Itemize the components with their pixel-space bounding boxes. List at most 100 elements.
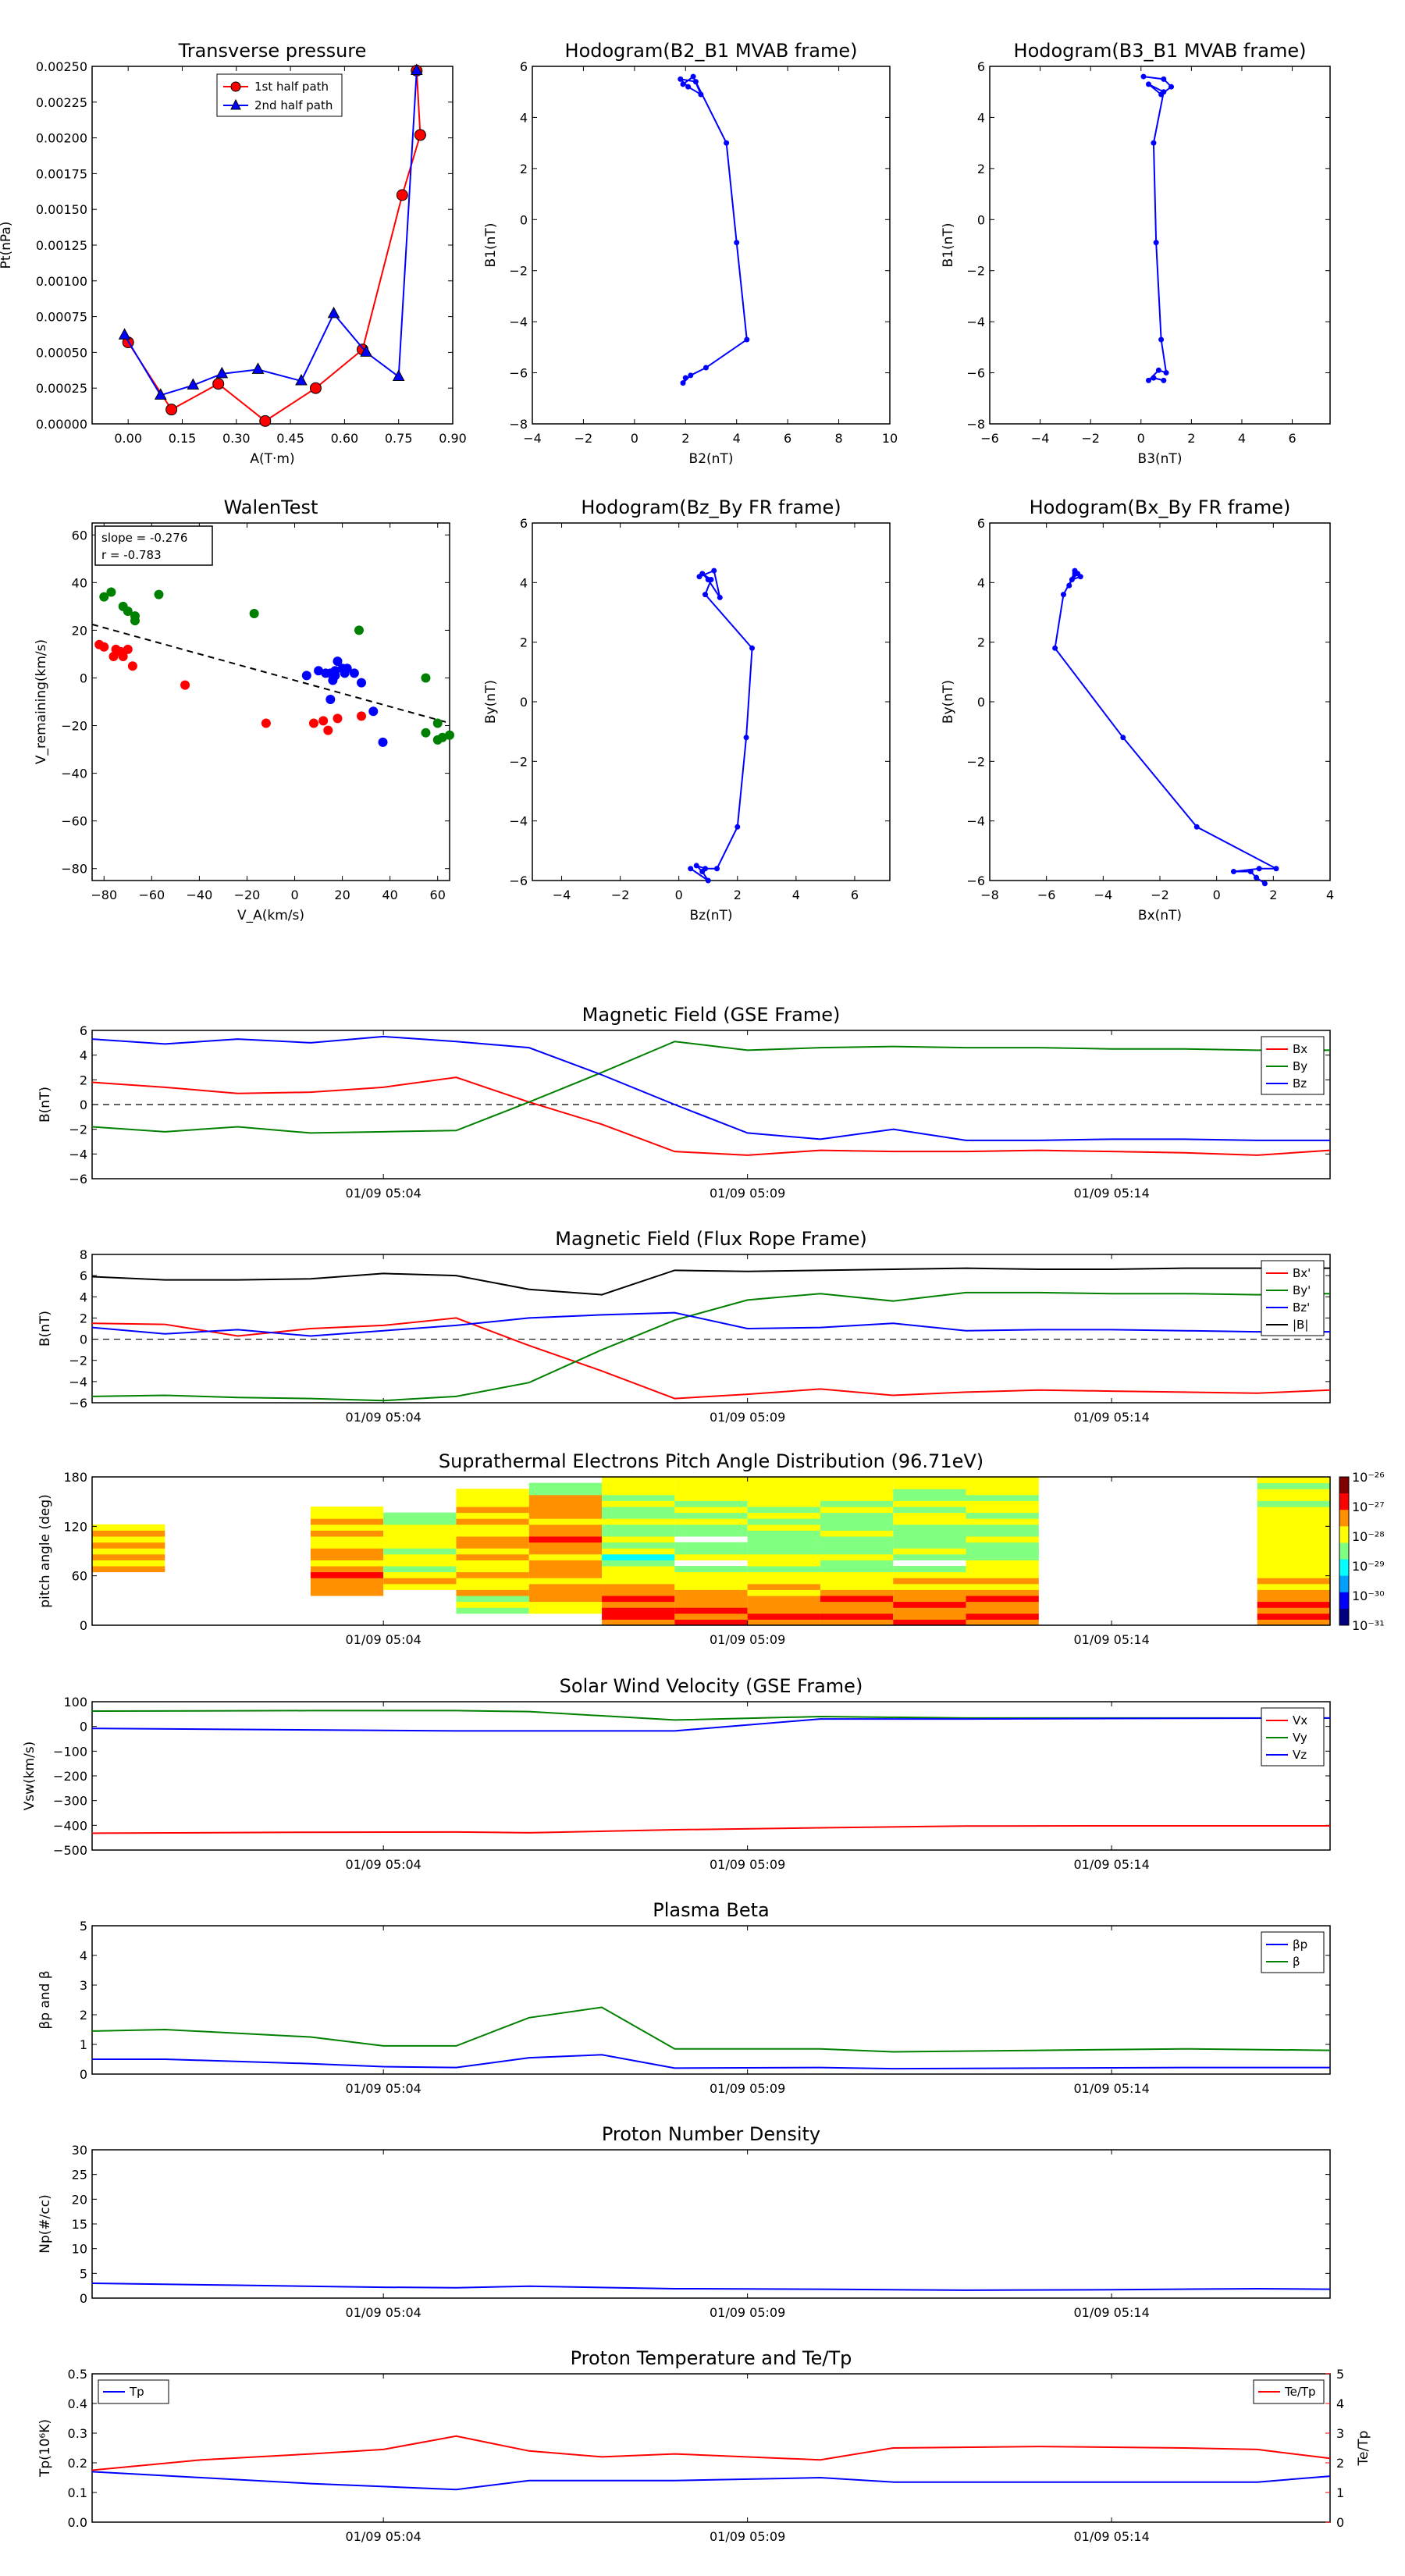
hodo-b3b1-xtick-label: −4 [1031, 431, 1050, 446]
mag-fr-time-label: 01/09 05:14 [1073, 1410, 1149, 1425]
pressure-ytick-label: 0.00175 [36, 166, 87, 181]
hodo-bxby-point [1077, 574, 1083, 580]
mag-gse-series-Bz [91, 1035, 1330, 1141]
pad-cell [528, 1583, 603, 1590]
vsw-ytick-label: −100 [53, 1744, 87, 1759]
hodo-b2b1-ytick-label: 6 [520, 59, 528, 74]
pad-cell [310, 1560, 384, 1567]
mag-fr-ytick-label: 8 [80, 1247, 87, 1262]
pad-cell [1257, 1589, 1330, 1596]
pad-cell [893, 1589, 966, 1596]
hodo-b2b1-ytick-label: −6 [509, 366, 528, 381]
walen-point [130, 611, 140, 621]
hodo-b2b1-ytick-label: −8 [509, 417, 528, 432]
pad-cell [528, 1494, 603, 1501]
vsw-series-Vx [91, 1824, 1330, 1834]
pad-cell [674, 1500, 748, 1507]
pad-cell [747, 1553, 820, 1560]
hodo-bzby-point [699, 571, 706, 577]
temp-ytick-label: 0.4 [68, 2396, 87, 2411]
mag-fr-ytick-label: 4 [80, 1290, 87, 1304]
pad-cell [310, 1553, 384, 1560]
hodo-b2b1-point [680, 380, 686, 386]
hodo-bzby-point [699, 869, 706, 875]
pad-cell [820, 1524, 894, 1531]
pad-cell [456, 1596, 529, 1603]
hodo-b3b1-ytick-label: −4 [966, 315, 985, 329]
mag-fr-ylabel: B(nT) [37, 1311, 53, 1347]
pad-time-label: 01/09 05:09 [710, 1632, 785, 1647]
hodo-b3b1-point [1161, 89, 1167, 95]
hodo-bzby-xtick-label: 2 [734, 888, 742, 902]
walen-ytick-label: −40 [61, 767, 87, 781]
hodo-b3b1-ytick-label: 0 [977, 212, 985, 227]
hodo-b2b1-xtick-label: 0 [631, 431, 638, 446]
walen-ytick-label: −60 [61, 814, 87, 829]
hodo-b3b1-xlabel: B3(nT) [1138, 451, 1183, 467]
pad-cell [456, 1507, 529, 1514]
pad-cell [747, 1512, 820, 1519]
hodo-b3b1-point [1151, 140, 1157, 146]
hodo-bxby-ylabel: By(nT) [941, 680, 956, 724]
pad-cell [966, 1571, 1039, 1578]
walen-ytick-label: 40 [72, 575, 87, 590]
pad-cell [893, 1489, 966, 1496]
pad-cell [383, 1553, 457, 1560]
hodo-bzby-point [717, 594, 723, 600]
pad-cell [602, 1548, 675, 1555]
hodo-bzby-point [688, 866, 694, 872]
pad-cell [528, 1542, 603, 1549]
pad-cell [820, 1518, 894, 1525]
pad-cell [602, 1596, 675, 1603]
vsw-time-label: 01/09 05:04 [346, 1857, 422, 1872]
hodo-bxby-frame [989, 522, 1331, 881]
pad-cell [602, 1489, 675, 1496]
pad-cell [966, 1489, 1039, 1496]
pressure-ylabel: Pt(nPa) [0, 222, 14, 269]
hodo-bxby-xtick-label: 4 [1326, 888, 1334, 902]
pad-cell [92, 1566, 165, 1573]
density-ylabel: Np(#/cc) [37, 2194, 53, 2253]
hodo-b2b1-ytick-label: 2 [520, 162, 528, 176]
hodo-bzby-point [708, 577, 714, 583]
hodo-b2b1-point [680, 81, 686, 87]
pad-cell [602, 1607, 675, 1614]
hodo-bzby-ytick-label: 6 [520, 516, 528, 531]
pressure-point-triangle [327, 306, 340, 318]
hodo-b2b1-point [698, 91, 704, 98]
hodo-bzby-frame [532, 522, 891, 881]
pad-cell [674, 1596, 748, 1603]
temp-ytick-label: 0.2 [68, 2456, 87, 2471]
pad-cell [383, 1524, 457, 1531]
beta-time-label: 01/09 05:09 [710, 2081, 785, 2096]
pad-cell [528, 1536, 603, 1543]
pad-cell [602, 1494, 675, 1501]
density-frame [91, 2149, 1331, 2299]
beta-time-label: 01/09 05:04 [346, 2081, 422, 2096]
hodo-bxby-ytick-label: −6 [966, 873, 985, 888]
mag-fr-legend-label: Bx' [1293, 1266, 1311, 1280]
walen-annotation: slope = -0.276 [101, 531, 187, 545]
vsw-legend-label: Vx [1293, 1713, 1307, 1727]
pad-cell [820, 1601, 894, 1608]
pad-cell [893, 1494, 966, 1501]
walen-point [180, 680, 190, 690]
pressure-ytick-label: 0.00150 [36, 202, 87, 217]
mag-gse-ytick-label: −6 [69, 1172, 87, 1187]
pad-cell [602, 1542, 675, 1549]
pad-colorbar-segment [1339, 1542, 1349, 1560]
pad-cell [1257, 1489, 1330, 1496]
pad-cell [674, 1530, 748, 1537]
pressure-point-triangle [392, 369, 405, 382]
pad-cell [1257, 1494, 1330, 1501]
pad-cell [674, 1489, 748, 1496]
beta-ytick-label: 2 [80, 2008, 87, 2023]
pad-cell [383, 1530, 457, 1537]
beta-ytick-label: 0 [80, 2067, 87, 2082]
hodo-bxby-point [1247, 869, 1254, 875]
pad-cell [747, 1542, 820, 1549]
vsw-ytick-label: −500 [53, 1843, 87, 1858]
pressure-point-circle [259, 415, 272, 427]
pressure-xtick-label: 0.90 [439, 431, 467, 446]
hodo-b3b1-point [1145, 81, 1151, 87]
